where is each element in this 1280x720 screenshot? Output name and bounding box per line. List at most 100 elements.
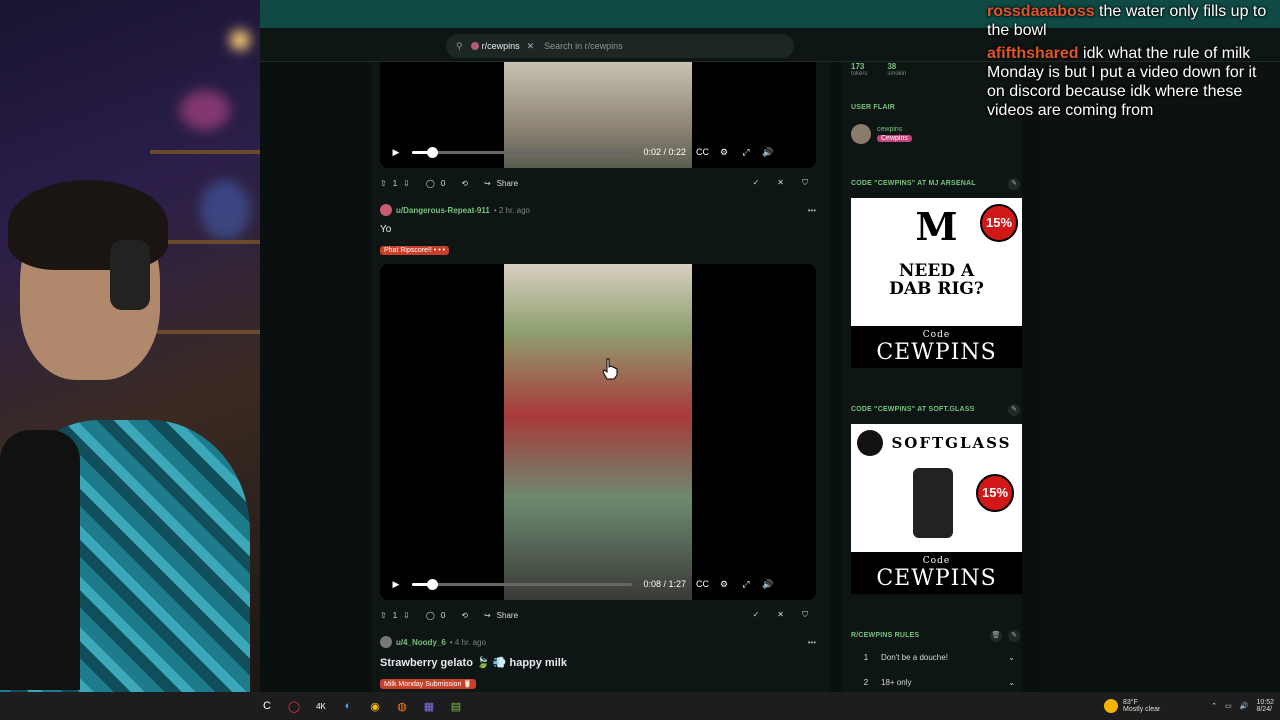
- firefox-icon[interactable]: ◍: [391, 695, 413, 717]
- chat-message: rossdaaaboss the water only fills up to …: [987, 2, 1274, 40]
- video-player[interactable]: ▶ 0:02 / 0:22 CC ⚙ ⤢ 🔊: [380, 62, 816, 168]
- shield-icon[interactable]: ⛉: [802, 610, 808, 620]
- post-title[interactable]: Strawberry gelato 🍃 💨 happy milk: [380, 656, 822, 669]
- avatar[interactable]: [380, 204, 392, 216]
- vote-count: 1: [392, 178, 398, 188]
- upvote-icon[interactable]: ⇧: [380, 179, 387, 188]
- comment-icon: ◯: [425, 178, 435, 188]
- post-time: • 2 hr. ago: [493, 205, 530, 215]
- post-author[interactable]: u/Dangerous-Repeat-911: [396, 206, 490, 215]
- chevron-down-icon[interactable]: ⌄: [1008, 678, 1019, 687]
- chevron-down-icon[interactable]: ⌄: [1008, 653, 1019, 662]
- share-button[interactable]: ↪ Share: [484, 179, 518, 188]
- upvote-icon[interactable]: ⇧: [380, 611, 387, 620]
- widget-heading: CODE "CEWPINS" AT MJ ARSENAL: [851, 180, 976, 187]
- post-flair[interactable]: Phat Ripscore!! • • •: [380, 246, 450, 255]
- remove-icon[interactable]: ✕: [777, 610, 784, 620]
- downvote-icon[interactable]: ⇩: [403, 179, 410, 188]
- subreddit-icon: [470, 42, 479, 50]
- weather-icon: [1104, 699, 1118, 713]
- video-player[interactable]: ▶ 0:08 / 1:27 CC ⚙ ⤢ 🔊: [380, 264, 816, 600]
- windows-taskbar: C ◯ 4K ◐ ◉ ◍ ▦ ▤ 83°F Mostly clear ⌃ ▭ 🔊…: [0, 692, 1280, 720]
- notes-app-icon[interactable]: ▤: [445, 695, 467, 717]
- promo-code: CEWPINS: [876, 340, 997, 365]
- vote-group: ⇧ 1 ⇩: [380, 611, 410, 620]
- weather-widget[interactable]: 83°F Mostly clear: [1104, 692, 1160, 720]
- captions-icon[interactable]: CC: [696, 147, 709, 157]
- search-placeholder: Search in r/cewpins: [544, 41, 623, 51]
- captions-icon[interactable]: CC: [696, 579, 709, 589]
- seek-bar[interactable]: [412, 146, 632, 158]
- subreddit-sidebar: 173 tokers 38 smokin USER FLAIR cewpins …: [842, 62, 1022, 692]
- downvote-icon[interactable]: ⇩: [403, 611, 410, 620]
- gear-icon[interactable]: ⚙: [718, 147, 730, 158]
- fullscreen-icon[interactable]: ⤢: [740, 579, 752, 590]
- trash-icon[interactable]: 🗑: [990, 630, 1002, 642]
- microphone: [0, 430, 80, 690]
- edit-icon[interactable]: ✎: [1008, 178, 1020, 190]
- more-options-icon[interactable]: •••: [808, 638, 822, 647]
- softglass-ad[interactable]: SOFTGLASS 15% Code CEWPINS: [851, 424, 1022, 594]
- rules-heading: R/CEWPINS RULES: [851, 632, 920, 639]
- gear-icon[interactable]: ⚙: [718, 579, 730, 590]
- app-icon[interactable]: C: [256, 695, 278, 717]
- edit-icon[interactable]: ✎: [1008, 630, 1020, 642]
- clock[interactable]: 10:52 8/24/: [1256, 699, 1274, 713]
- softglass-logo-icon: [857, 430, 883, 456]
- volume-icon[interactable]: 🔊: [1240, 702, 1249, 710]
- comment-button[interactable]: ◯ 0: [426, 611, 445, 620]
- shield-icon[interactable]: ⛉: [802, 178, 808, 188]
- grid-app-icon[interactable]: ▦: [418, 695, 440, 717]
- approve-icon[interactable]: ✓: [753, 610, 760, 620]
- seek-handle[interactable]: [426, 146, 438, 158]
- share-button[interactable]: ↪ Share: [484, 611, 518, 620]
- app-4k-icon[interactable]: 4K: [310, 695, 332, 717]
- avatar[interactable]: [380, 636, 392, 648]
- promo-code-box: Code CEWPINS: [851, 552, 1022, 594]
- mj-arsenal-ad[interactable]: M 15% NEED A DAB RIG? Code CEWPINS: [851, 198, 1022, 368]
- discount-badge: 15%: [980, 204, 1018, 242]
- remove-icon[interactable]: ✕: [777, 178, 784, 188]
- rule-item[interactable]: 2 18+ only ⌄: [851, 678, 1019, 687]
- lamp-glow: [230, 30, 250, 50]
- approve-icon[interactable]: ✓: [753, 178, 760, 188]
- seek-bar[interactable]: [412, 578, 632, 590]
- comment-count: 0: [440, 610, 446, 620]
- volume-icon[interactable]: 🔊: [762, 579, 774, 590]
- comment-button[interactable]: ◯ 0: [426, 179, 445, 188]
- close-icon[interactable]: ✕: [527, 41, 535, 52]
- weather-temp: 83°F: [1123, 699, 1138, 706]
- search-input[interactable]: ⚲ r/cewpins ✕ Search in r/cewpins: [446, 34, 794, 58]
- chevron-up-icon[interactable]: ⌃: [1211, 702, 1217, 710]
- rule-number: 2: [863, 678, 869, 687]
- crosspost-icon[interactable]: ⟲: [461, 179, 468, 188]
- shelf-glow: [180, 90, 230, 130]
- widget-heading: CODE "CEWPINS" AT SOFT.GLASS: [851, 406, 975, 413]
- subreddit-chip[interactable]: r/cewpins ✕: [470, 41, 535, 52]
- post-author[interactable]: u/4_Noody_6: [396, 638, 446, 647]
- ad-headline: NEED A DAB RIG?: [889, 261, 984, 299]
- edge-icon[interactable]: ◐: [337, 695, 359, 717]
- opera-icon[interactable]: ◯: [283, 695, 305, 717]
- play-icon[interactable]: ▶: [390, 147, 402, 158]
- rule-item[interactable]: 1 Don't be a douche! ⌄: [851, 653, 1019, 662]
- fullscreen-icon[interactable]: ⤢: [740, 147, 752, 158]
- post-flair[interactable]: Milk Monday Submission 🥛: [380, 679, 477, 689]
- chrome-icon[interactable]: ◉: [364, 695, 386, 717]
- post-actions: ⇧ 1 ⇩ ◯ 0 ⟲ ↪ Share ✓ ✕ ⛉: [380, 174, 816, 192]
- edit-icon[interactable]: ✎: [1008, 404, 1020, 416]
- user-flair-preview[interactable]: cewpins Cewpins: [851, 124, 912, 144]
- network-icon[interactable]: ▭: [1225, 702, 1232, 710]
- seek-handle[interactable]: [426, 578, 438, 590]
- post-title[interactable]: Yo: [380, 224, 822, 235]
- video-controls: ▶ 0:08 / 1:27 CC ⚙ ⤢ 🔊: [390, 576, 806, 592]
- play-icon[interactable]: ▶: [390, 579, 402, 590]
- volume-icon[interactable]: 🔊: [762, 147, 774, 158]
- stat-number: 173: [851, 62, 865, 71]
- shelf: [150, 150, 260, 154]
- crosspost-icon[interactable]: ⟲: [461, 611, 468, 620]
- post-feed: ▶ 0:02 / 0:22 CC ⚙ ⤢ 🔊 ⇧ 1 ⇩ ◯ 0 ⟲ ↪ Sha…: [372, 62, 830, 692]
- post-3: u/4_Noody_6 • 4 hr. ago ••• Strawberry g…: [380, 636, 822, 691]
- more-options-icon[interactable]: •••: [808, 206, 822, 215]
- system-tray: ⌃ ▭ 🔊 10:52 8/24/: [1211, 692, 1274, 720]
